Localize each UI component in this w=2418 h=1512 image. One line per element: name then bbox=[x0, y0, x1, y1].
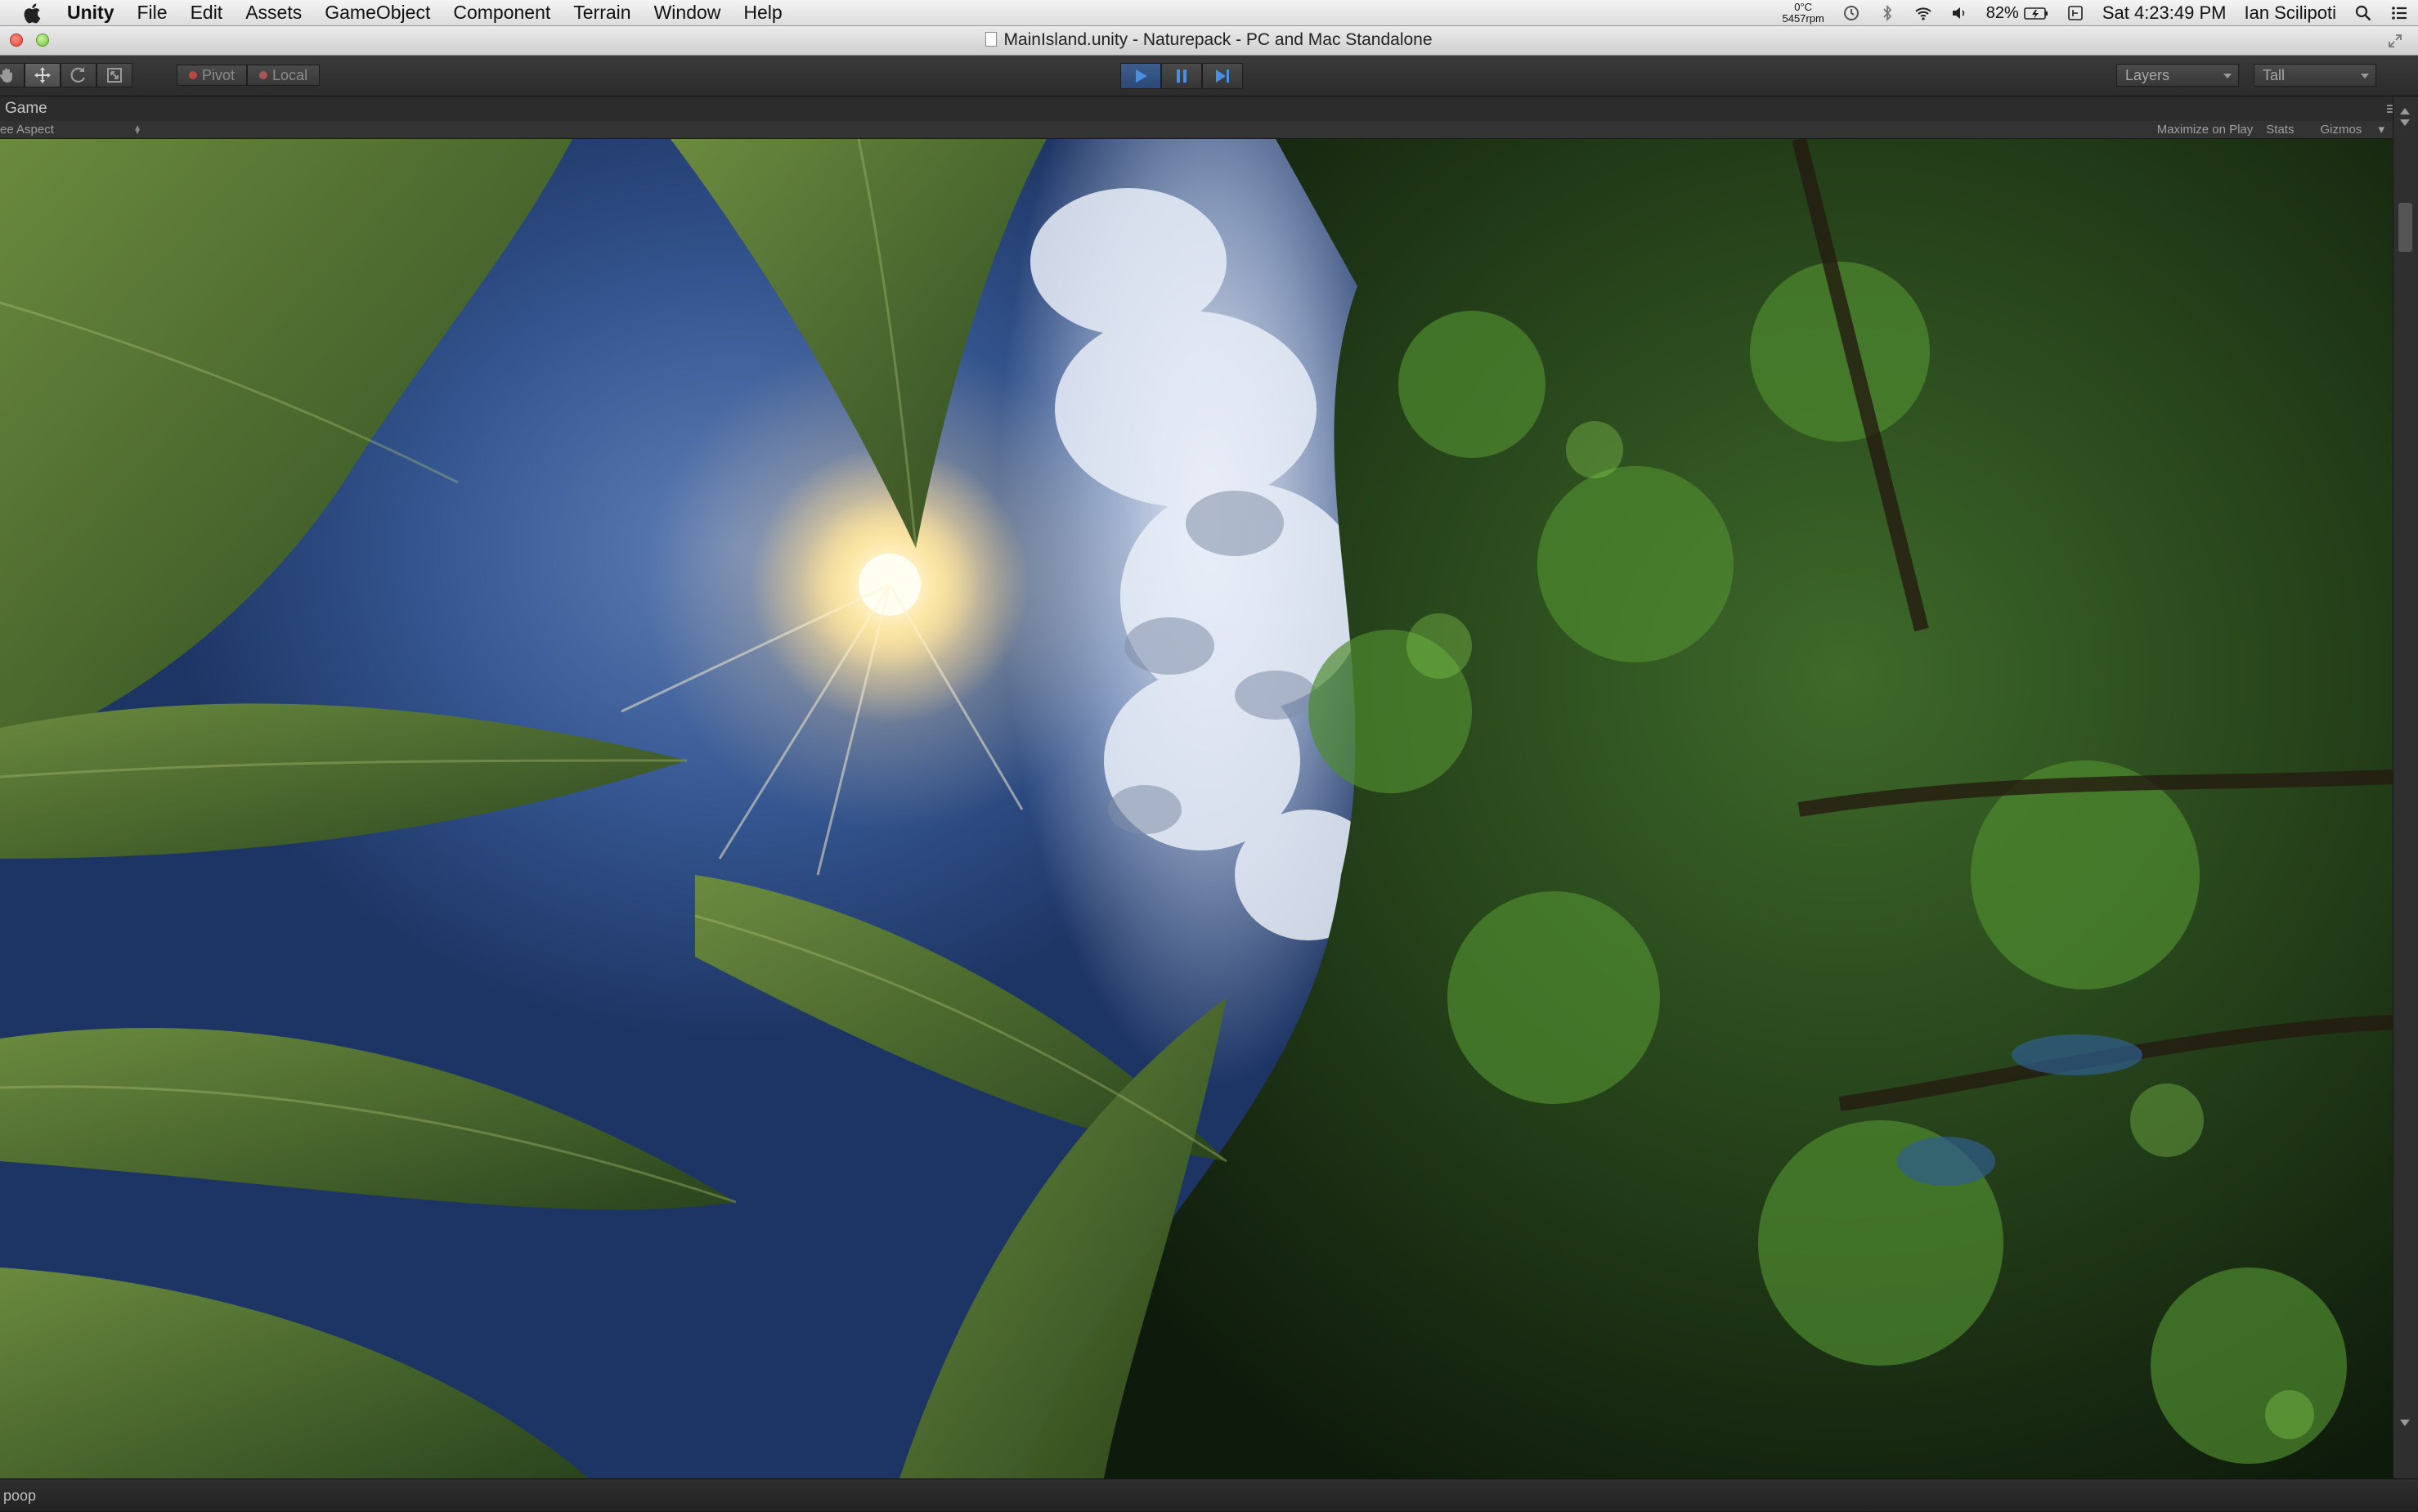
menu-app-unity[interactable]: Unity bbox=[59, 2, 126, 24]
updown-arrows-icon: ▲ ▼ bbox=[133, 123, 141, 137]
aspect-label: ee Aspect bbox=[0, 123, 54, 137]
spotlight-search-icon[interactable] bbox=[2354, 4, 2372, 22]
menu-file[interactable]: File bbox=[126, 2, 179, 24]
local-label: Local bbox=[272, 66, 308, 83]
game-view-tab-bar: Game bbox=[0, 96, 2418, 121]
menu-component[interactable]: Component bbox=[442, 2, 562, 24]
playback-controls bbox=[1120, 63, 1243, 89]
macos-menu-bar: Unity File Edit Assets GameObject Compon… bbox=[0, 0, 2418, 26]
menubar-clock[interactable]: Sat 4:23:49 PM bbox=[2102, 2, 2227, 24]
game-view-control-bar: ee Aspect ▲ ▼ Maximize on Play Stats Gizm… bbox=[0, 121, 2393, 139]
layers-label: Layers bbox=[2125, 67, 2170, 83]
volume-icon[interactable] bbox=[1950, 4, 1968, 22]
jungle-scene-render bbox=[0, 139, 2393, 1478]
chevron-down-icon bbox=[2223, 74, 2232, 79]
notification-center-icon[interactable] bbox=[2390, 4, 2408, 22]
window-title-text: MainIsland.unity - Naturepack - PC and M… bbox=[1003, 30, 1433, 49]
fan-temperature-readout[interactable]: 0°C 5457rpm bbox=[1782, 2, 1824, 25]
battery-percent[interactable]: 82% bbox=[1986, 4, 2019, 23]
apple-icon[interactable] bbox=[23, 2, 44, 25]
menu-terrain[interactable]: Terrain bbox=[562, 2, 642, 24]
layout-label: Tall bbox=[2263, 67, 2286, 83]
temperature-value: 0°C bbox=[1794, 1, 1813, 13]
local-toggle[interactable]: Local bbox=[247, 65, 321, 86]
cloud-layer bbox=[1030, 188, 1382, 940]
menu-window[interactable]: Window bbox=[643, 2, 733, 24]
sun bbox=[621, 446, 1029, 876]
menubar-user[interactable]: Ian Scilipoti bbox=[2244, 2, 2336, 24]
menu-help[interactable]: Help bbox=[732, 2, 793, 24]
stats-toggle[interactable]: Stats bbox=[2266, 121, 2294, 139]
input-menu-icon[interactable] bbox=[2066, 4, 2084, 22]
tab-game[interactable]: Game bbox=[0, 96, 52, 121]
wifi-icon[interactable] bbox=[1914, 4, 1932, 22]
menu-assets[interactable]: Assets bbox=[234, 2, 313, 24]
bluetooth-icon[interactable] bbox=[1878, 4, 1896, 22]
chevron-down-icon bbox=[2361, 74, 2369, 79]
right-scrollbar[interactable] bbox=[2393, 96, 2418, 1478]
rotate-tool-button[interactable] bbox=[61, 63, 96, 87]
pivot-toggle[interactable]: Pivot bbox=[177, 65, 248, 86]
step-button[interactable] bbox=[1202, 63, 1243, 89]
fullscreen-icon[interactable] bbox=[2387, 33, 2403, 49]
window-title: MainIsland.unity - Naturepack - PC and M… bbox=[0, 30, 2418, 50]
play-icon bbox=[1136, 70, 1147, 83]
console-status-bar[interactable]: poop bbox=[0, 1478, 2418, 1511]
pivot-icon bbox=[189, 71, 197, 79]
window-title-bar: MainIsland.unity - Naturepack - PC and M… bbox=[0, 26, 2418, 56]
pause-icon bbox=[1177, 70, 1187, 83]
pause-button[interactable] bbox=[1161, 63, 1202, 89]
move-icon bbox=[34, 67, 51, 83]
move-tool-button[interactable] bbox=[25, 63, 61, 87]
game-view-options: Maximize on Play Stats Gizmos ▾ bbox=[2144, 121, 2384, 139]
document-proxy-icon[interactable] bbox=[985, 32, 998, 47]
gizmos-dropdown[interactable]: Gizmos ▾ bbox=[2307, 121, 2384, 139]
time-machine-icon[interactable] bbox=[1842, 4, 1860, 22]
scale-tool-button[interactable] bbox=[96, 63, 132, 87]
scroll-up-icon[interactable] bbox=[2400, 108, 2410, 114]
gizmos-label: Gizmos bbox=[2320, 123, 2362, 137]
transform-tools bbox=[0, 63, 132, 87]
scroll-down-icon[interactable] bbox=[2400, 1420, 2410, 1426]
local-icon bbox=[259, 71, 268, 79]
aspect-ratio-select[interactable]: ee Aspect ▲ ▼ bbox=[0, 121, 143, 139]
chevron-down-icon: ▾ bbox=[2378, 123, 2384, 137]
menu-edit[interactable]: Edit bbox=[179, 2, 235, 24]
pivot-label: Pivot bbox=[202, 66, 236, 83]
step-icon bbox=[1216, 70, 1229, 83]
play-button[interactable] bbox=[1120, 63, 1161, 89]
scroll-down-icon[interactable] bbox=[2400, 119, 2410, 126]
pivot-local-toggles: Pivot Local bbox=[177, 63, 321, 87]
maximize-on-play-toggle[interactable]: Maximize on Play bbox=[2157, 121, 2254, 139]
game-viewport[interactable] bbox=[0, 139, 2393, 1478]
rotate-icon bbox=[70, 67, 86, 83]
hand-icon bbox=[0, 68, 12, 83]
scale-icon bbox=[107, 68, 122, 83]
layers-dropdown[interactable]: Layers bbox=[2116, 64, 2239, 87]
unity-toolbar: Pivot Local Layers Tall bbox=[0, 56, 2418, 96]
layout-dropdown[interactable]: Tall bbox=[2254, 64, 2376, 87]
hand-tool-button[interactable] bbox=[0, 63, 25, 87]
palm-fronds bbox=[0, 139, 1227, 1478]
fan-speed-value: 5457rpm bbox=[1782, 12, 1824, 25]
battery-icon[interactable] bbox=[2024, 4, 2048, 22]
menu-gameobject[interactable]: GameObject bbox=[313, 2, 442, 24]
status-message: poop bbox=[3, 1487, 37, 1504]
scroll-thumb[interactable] bbox=[2398, 203, 2412, 252]
